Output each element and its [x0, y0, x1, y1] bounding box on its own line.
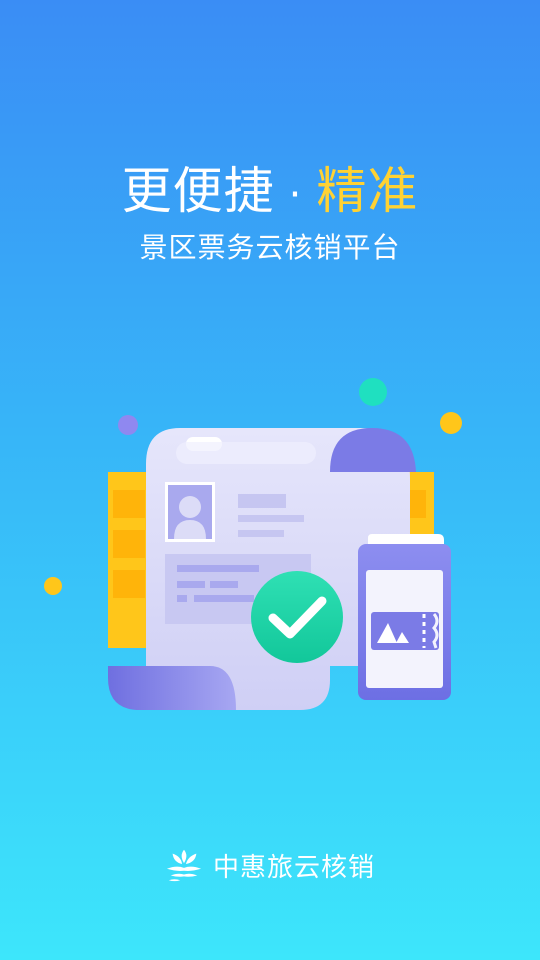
ticket-verification-illustration	[44, 378, 462, 710]
brand-footer: 中惠旅云核销	[0, 846, 540, 884]
subtitle: 景区票务云核销平台	[139, 231, 401, 264]
decor-dot-teal	[359, 378, 387, 406]
scroll-curl	[108, 666, 236, 710]
headline-main: 更便捷	[121, 162, 275, 220]
splash-screen: { "headline": { "main": "更便捷", "separato…	[0, 0, 540, 960]
checkmark-icon	[251, 571, 343, 663]
decor-dot-yellow-small	[44, 577, 62, 595]
headline: 更便捷 · 精准	[0, 160, 540, 226]
decor-dot-yellow	[440, 412, 462, 434]
brand-name: 中惠旅云核销	[212, 852, 375, 883]
headline-accent: 精准	[316, 162, 419, 220]
yellow-panel-left	[108, 472, 150, 648]
phone-ticket-icon	[358, 534, 451, 700]
id-photo	[165, 482, 215, 542]
headline-separator: ·	[288, 172, 303, 218]
decor-dot-purple	[118, 415, 138, 435]
zhonghui-logo-icon	[166, 849, 202, 882]
